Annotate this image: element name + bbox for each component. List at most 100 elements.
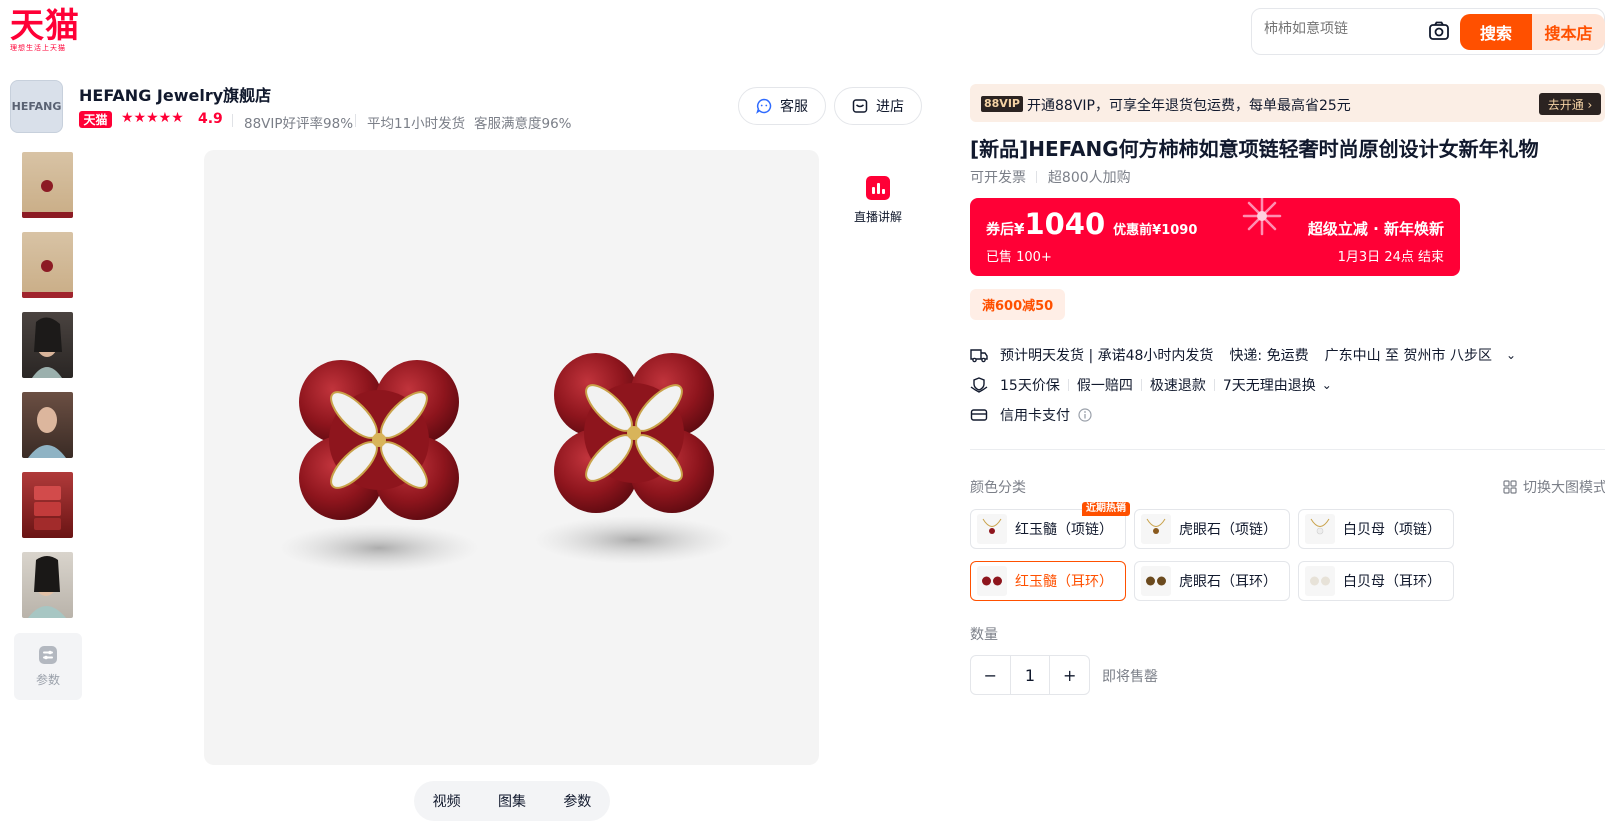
star-rating-icon: ★★★★★ [121, 110, 184, 126]
necklace-thumbnail-icon [1305, 514, 1335, 544]
product-main-image[interactable] [204, 150, 819, 765]
guarantee-row: 15天价保 假一赔四 极速退款 7天无理由退换 ⌄ [970, 375, 1332, 395]
invoice-label: 可开发票 [970, 170, 1026, 186]
stat-ship-time: 平均11小时发货 [367, 116, 466, 132]
shop-rating: 4.9 [198, 111, 223, 127]
promo-title: 超级立减 · 新年焕新 [1307, 220, 1444, 238]
tab-params[interactable]: 参数 [563, 791, 591, 811]
shop-logo[interactable]: HEFANG [10, 80, 63, 133]
thumbnail-3[interactable] [22, 312, 73, 378]
divider [1067, 379, 1069, 391]
sku-option-label: 虎眼石（耳环） [1179, 574, 1277, 590]
chevron-right-icon[interactable]: › [262, 82, 268, 100]
live-explain-label: 直播讲解 [853, 210, 902, 224]
live-explain-button[interactable]: 直播讲解 [848, 176, 908, 225]
tmall-badge: 天猫 [79, 111, 112, 128]
divider [232, 114, 233, 127]
grid-icon [1503, 480, 1517, 494]
view-mode-label: 切换大图模式 [1523, 480, 1605, 496]
section-divider [970, 449, 1605, 450]
view-mode-toggle[interactable]: 切换大图模式 [1503, 477, 1605, 497]
price-prefix: 券后 [986, 222, 1014, 238]
original-price: 优惠前¥1090 [1113, 223, 1198, 238]
thumbnail-4[interactable] [22, 392, 73, 458]
currency-symbol: ¥ [1014, 220, 1025, 238]
chevron-down-icon[interactable]: ⌄ [1322, 378, 1332, 392]
ship-route[interactable]: 广东中山 至 贺州市 八步区 [1325, 345, 1492, 365]
enter-shop-button[interactable]: 进店 [834, 87, 922, 125]
tab-gallery[interactable]: 图集 [498, 791, 526, 811]
sku-option-label: 白贝母（耳环） [1343, 574, 1441, 590]
live-chart-icon [866, 176, 890, 200]
product-subinfo: 可开发票 超800人加购 [970, 167, 1131, 187]
params-label: 参数 [35, 673, 60, 687]
divider [1213, 379, 1215, 391]
search-shop-button[interactable]: 搜本店 [1532, 14, 1605, 50]
enter-shop-label: 进店 [876, 99, 904, 115]
payment-method: 信用卡支付 [1000, 408, 1070, 424]
sku-option-tigereye-necklace[interactable]: 虎眼石（项链） [1134, 509, 1290, 549]
credit-card-icon [970, 407, 988, 423]
increment-button[interactable]: + [1049, 656, 1089, 694]
sku-option-shell-earring[interactable]: 白贝母（耳环） [1298, 561, 1454, 601]
price-amount: 1040 [1024, 207, 1106, 241]
sku-option-tigereye-earring[interactable]: 虎眼石（耳环） [1134, 561, 1290, 601]
chevron-down-icon[interactable]: ⌄ [1506, 348, 1516, 362]
sliders-icon [39, 646, 57, 664]
thumbnail-2[interactable] [22, 232, 73, 298]
truck-icon [970, 347, 988, 363]
thumbnail-1[interactable] [22, 152, 73, 218]
store-icon [852, 99, 868, 113]
customer-service-button[interactable]: 客服 [738, 87, 826, 125]
sku-option-label: 白贝母（项链） [1343, 522, 1441, 538]
earring-thumbnail-icon [1305, 566, 1335, 596]
quantity-stepper: − 1 + [970, 655, 1090, 695]
stat-good-rate: 88VIP好评率98% [244, 116, 354, 132]
sku-option-red-earring[interactable]: 红玉髓（耳环） [970, 561, 1126, 601]
vip-badge: 88VIP [981, 96, 1023, 112]
product-title: [新品]HEFANG何方柿柿如意项链轻奢时尚原创设计女新年礼物 [970, 137, 1539, 161]
thumbnail-5[interactable] [22, 472, 73, 538]
divider [355, 114, 356, 127]
promo-end: 1月3日 24点 结束 [1337, 250, 1444, 265]
quantity-input[interactable]: 1 [1009, 656, 1050, 694]
sku-option-label: 虎眼石（项链） [1179, 522, 1277, 538]
quantity-label: 数量 [970, 627, 998, 643]
price-line: 券后 ¥ 1040 优惠前¥1090 [986, 208, 1197, 240]
guarantee-fake-compensate: 假一赔四 [1076, 378, 1133, 394]
sku-option-label: 红玉髓（项链） [1015, 522, 1113, 538]
shield-hands-icon [970, 377, 988, 393]
chat-bubble-icon [756, 98, 772, 114]
tmall-slogan: 理想生活上天猫 [10, 44, 66, 52]
thumbnail-6[interactable] [22, 552, 73, 618]
decrement-button[interactable]: − [971, 656, 1010, 694]
coupon-tag[interactable]: 满600减50 [970, 289, 1066, 320]
divider [1036, 171, 1038, 183]
stock-status: 即将售罄 [1102, 669, 1158, 685]
search-input[interactable] [1264, 20, 1424, 36]
price-card: 券后 ¥ 1040 优惠前¥1090 已售 100+ 超级立减 · 新年焕新 1… [970, 198, 1460, 276]
tab-video[interactable]: 视频 [433, 791, 461, 811]
camera-icon[interactable] [1428, 21, 1450, 41]
params-tile[interactable]: 参数 [14, 633, 82, 700]
payment-row: 信用卡支付 [970, 405, 1092, 425]
sku-option-shell-necklace[interactable]: 白贝母（项链） [1298, 509, 1454, 549]
delivery-row: 预计明天发货 | 承诺48小时内发货 快递: 免运费 广东中山 至 贺州市 八步… [970, 345, 1516, 365]
hot-sale-badge: 近期热销 [1082, 502, 1130, 516]
search-button[interactable]: 搜索 [1460, 14, 1532, 50]
divider [1140, 379, 1142, 391]
ship-time: 预计明天发货 | 承诺48小时内发货 [1000, 348, 1214, 364]
sold-count: 已售 100+ [986, 250, 1052, 265]
tmall-logo[interactable]: 天猫 [10, 8, 80, 44]
customer-service-label: 客服 [780, 99, 808, 115]
vip-text: 开通88VIP，可享全年退货包运费，每单最高省25元 [1027, 98, 1351, 114]
shop-name-link[interactable]: HEFANG Jewelry旗舰店 [79, 82, 271, 106]
firework-icon [1242, 198, 1282, 236]
guarantee-7day-return[interactable]: 7天无理由退换 [1223, 375, 1316, 395]
necklace-thumbnail-icon [977, 514, 1007, 544]
express-fee: 快递: 免运费 [1229, 348, 1309, 364]
sku-option-label: 红玉髓（耳环） [1015, 574, 1113, 590]
earring-thumbnail-icon [1141, 566, 1171, 596]
info-icon[interactable] [1078, 408, 1092, 422]
vip-activate-button[interactable]: 去开通 › [1539, 93, 1601, 115]
